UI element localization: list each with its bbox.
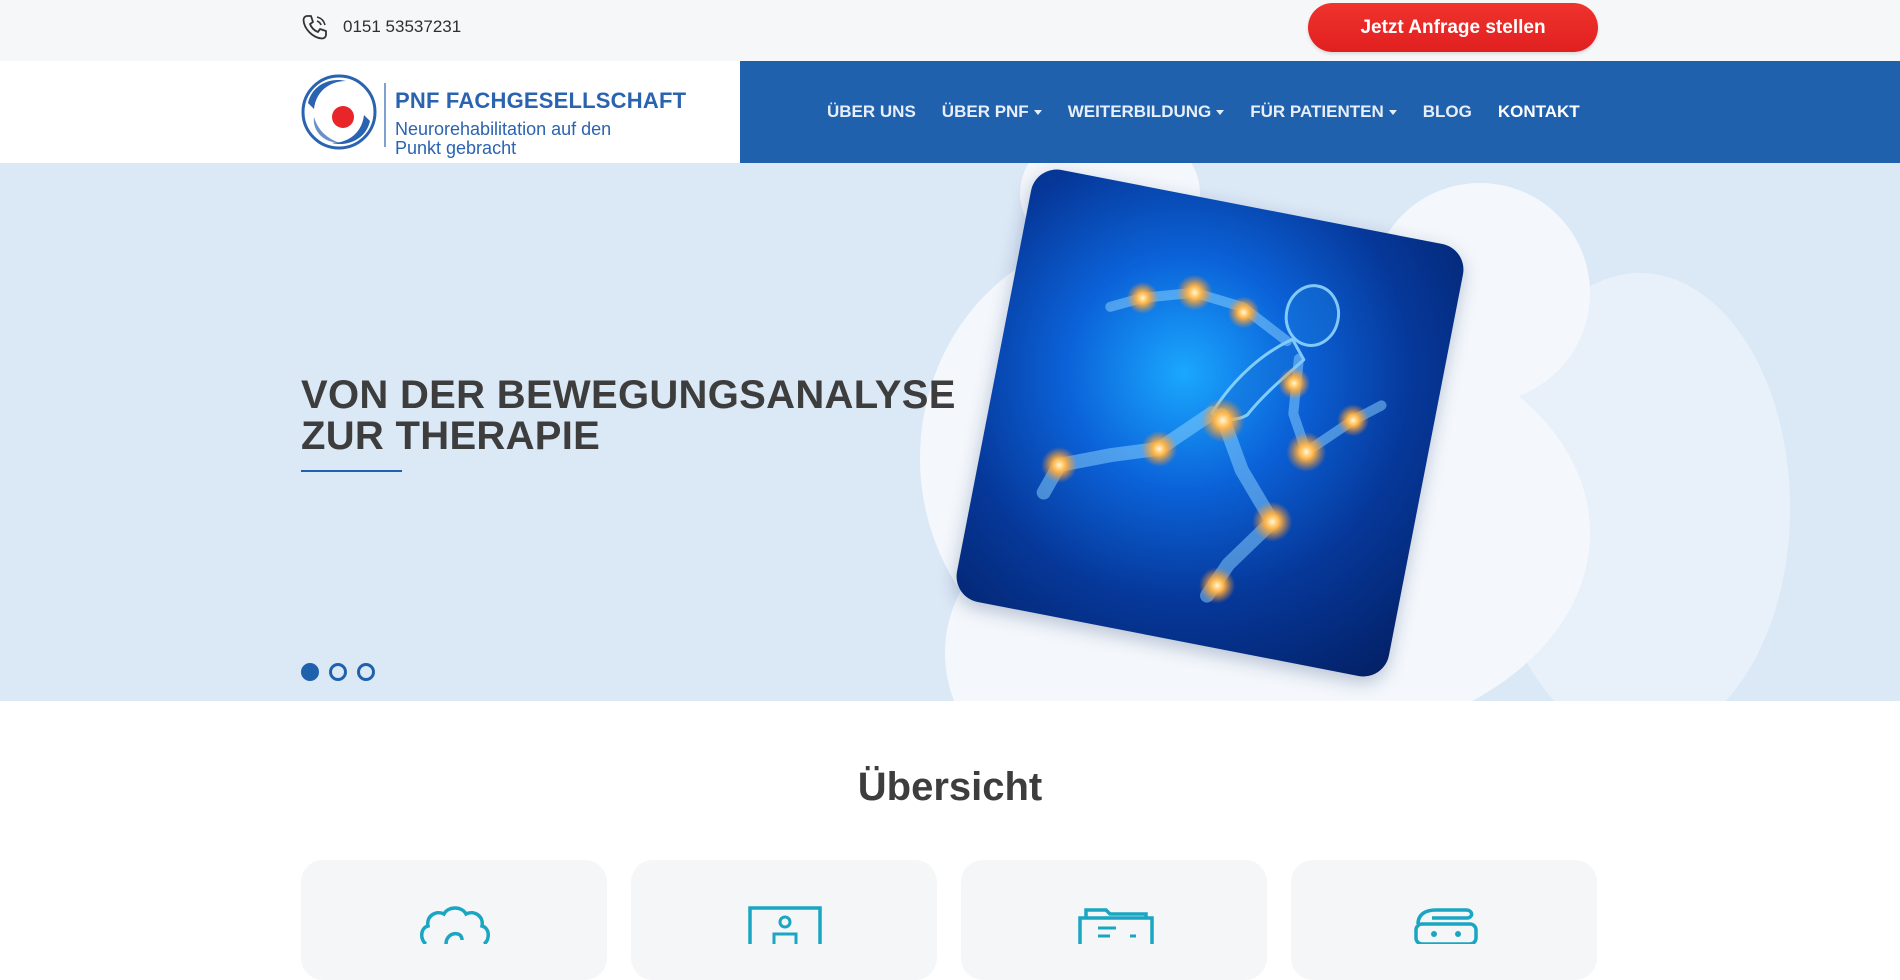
slider-dot-1[interactable]	[301, 663, 319, 681]
slider-dot-2[interactable]	[329, 663, 347, 681]
presentation-board-icon	[748, 906, 822, 944]
brain-icon	[420, 906, 490, 944]
nav-label: FÜR PATIENTEN	[1250, 102, 1384, 121]
slider-dots	[301, 663, 375, 681]
phone-icon	[301, 13, 329, 41]
logo-divider	[384, 83, 386, 147]
nav-label: ÜBER PNF	[941, 102, 1029, 121]
hero-title-underline	[301, 470, 402, 472]
overview-card[interactable]	[1291, 860, 1597, 980]
nav-label: ÜBER UNS	[827, 102, 916, 121]
nav-item-weiterbildung[interactable]: WEITERBILDUNG	[1068, 102, 1225, 122]
chevron-down-icon	[1216, 109, 1225, 115]
nav-label: BLOG	[1422, 102, 1472, 121]
nav-label: KONTAKT	[1497, 102, 1580, 121]
logo-title: PNF FACHGESELLSCHAFT	[395, 88, 687, 113]
overview-card[interactable]	[961, 860, 1267, 980]
nav-label: WEITERBILDUNG	[1067, 102, 1212, 121]
phone-number[interactable]: 0151 53537231	[343, 17, 461, 37]
nav-item-ueber-uns[interactable]: ÜBER UNS	[827, 102, 916, 122]
nav-item-fuer-patienten[interactable]: FÜR PATIENTEN	[1250, 102, 1397, 122]
overview-title: Übersicht	[857, 765, 1043, 809]
nav-item-ueber-pnf[interactable]: ÜBER PNF	[942, 102, 1042, 122]
chevron-down-icon	[1033, 109, 1042, 115]
chevron-down-icon	[1388, 109, 1397, 115]
slider-dot-3[interactable]	[357, 663, 375, 681]
hero-slider: VON DER BEWEGUNGSANALYSE ZUR THERAPIE	[0, 163, 1900, 701]
overview-card[interactable]	[301, 860, 607, 980]
logo-mark-icon	[301, 74, 377, 150]
site-header: PNF FACHGESELLSCHAFT Neurorehabilitation…	[0, 61, 1900, 163]
logo[interactable]: PNF FACHGESELLSCHAFT Neurorehabilitation…	[300, 71, 720, 158]
nav-item-kontakt[interactable]: KONTAKT	[1498, 102, 1580, 122]
nav-item-blog[interactable]: BLOG	[1423, 102, 1472, 122]
top-bar: 0151 53537231 Jetzt Anfrage stellen	[0, 0, 1900, 61]
massage-table-icon	[1414, 908, 1478, 944]
folder-briefcase-icon	[1078, 908, 1154, 944]
main-nav: ÜBER UNS ÜBER PNF WEITERBILDUNG FÜR PATI…	[740, 61, 1900, 163]
hero-title: VON DER BEWEGUNGSANALYSE ZUR THERAPIE	[301, 373, 956, 458]
hero-image	[952, 165, 1468, 681]
overview-card[interactable]	[631, 860, 937, 980]
running-figure-illustration	[1036, 274, 1387, 604]
phone-contact[interactable]: 0151 53537231	[301, 13, 461, 41]
request-button[interactable]: Jetzt Anfrage stellen	[1308, 3, 1598, 52]
logo-subtitle: Neurorehabilitation auf den Punkt gebrac…	[395, 119, 612, 158]
